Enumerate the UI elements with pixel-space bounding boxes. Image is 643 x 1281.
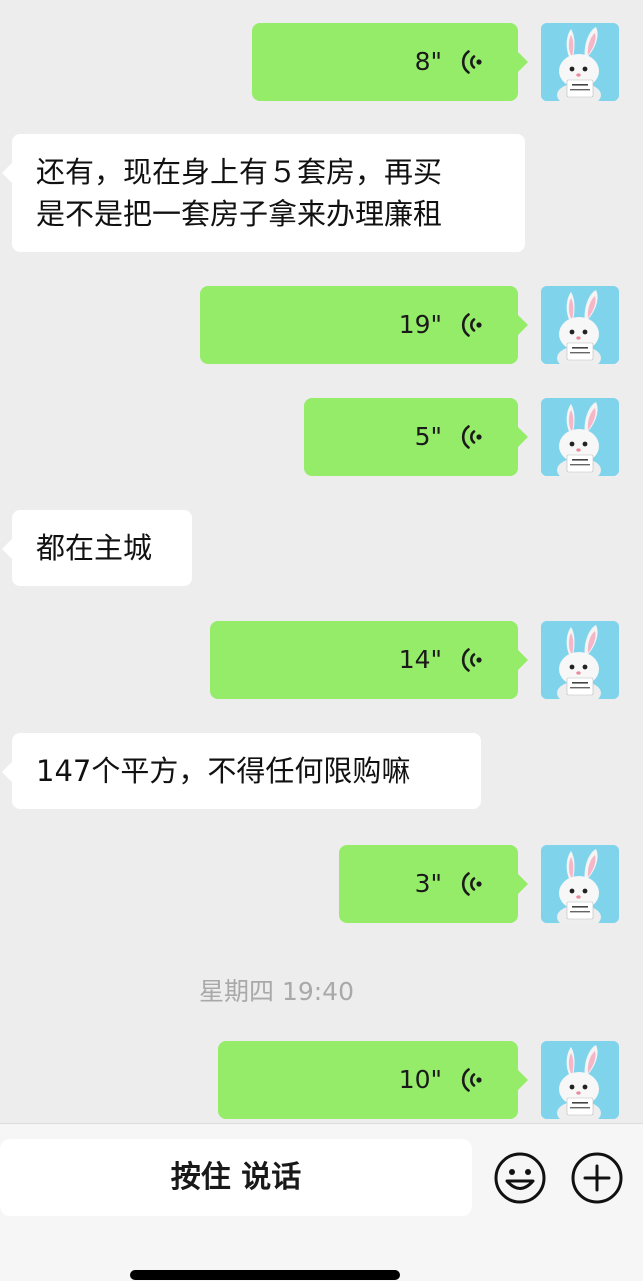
message-row: 5"	[0, 398, 643, 476]
text-message[interactable]: 都在主城	[2, 510, 192, 586]
voice-wave-icon	[460, 422, 486, 452]
bunny-avatar-icon	[541, 286, 619, 364]
message-row: 还有，现在身上有５套房，再买 是不是把一套房子拿来办理廉租	[0, 134, 643, 254]
message-line: 147个平方，不得任何限购嘛	[36, 754, 411, 788]
voice-duration: 19"	[398, 310, 442, 339]
message-row: 3"	[0, 845, 643, 923]
text-message[interactable]: 147个平方，不得任何限购嘛	[2, 733, 481, 809]
voice-wave-icon	[460, 47, 486, 77]
message-line: 还有，现在身上有５套房，再买	[36, 155, 443, 189]
voice-message[interactable]: 8"	[252, 23, 528, 101]
voice-message[interactable]: 10"	[218, 1041, 528, 1119]
voice-duration: 3"	[414, 869, 442, 898]
voice-wave-icon	[460, 869, 486, 899]
voice-message[interactable]: 19"	[200, 286, 528, 364]
voice-wave-icon	[460, 310, 486, 340]
bunny-avatar-icon	[541, 845, 619, 923]
voice-message[interactable]: 3"	[339, 845, 528, 923]
avatar[interactable]	[541, 845, 619, 923]
message-row: 都在主城	[0, 510, 643, 588]
bunny-avatar-icon	[541, 23, 619, 101]
voice-duration: 10"	[398, 1065, 442, 1094]
plus-icon[interactable]	[569, 1150, 625, 1206]
message-row: 10"	[0, 1041, 643, 1119]
avatar[interactable]	[541, 398, 619, 476]
message-row: 147个平方，不得任何限购嘛	[0, 733, 643, 811]
voice-duration: 14"	[398, 645, 442, 674]
text-message[interactable]: 还有，现在身上有５套房，再买 是不是把一套房子拿来办理廉租	[2, 134, 525, 252]
voice-duration: 8"	[414, 47, 442, 76]
time-divider: 星期四 19:40	[199, 977, 354, 1006]
avatar[interactable]	[541, 23, 619, 101]
voice-message[interactable]: 14"	[210, 621, 528, 699]
avatar[interactable]	[541, 621, 619, 699]
message-row: 8"	[0, 23, 643, 101]
voice-wave-icon	[460, 1065, 486, 1095]
emoji-icon[interactable]	[492, 1150, 548, 1206]
home-indicator[interactable]	[130, 1270, 400, 1280]
hold-to-talk-button[interactable]: 按住 说话	[0, 1139, 472, 1216]
message-row: 14"	[0, 621, 643, 699]
avatar[interactable]	[541, 286, 619, 364]
voice-duration: 5"	[414, 422, 442, 451]
bunny-avatar-icon	[541, 1041, 619, 1119]
bunny-avatar-icon	[541, 398, 619, 476]
voice-wave-icon	[460, 645, 486, 675]
message-row: 19"	[0, 286, 643, 364]
bunny-avatar-icon	[541, 621, 619, 699]
message-line: 都在主城	[36, 531, 153, 565]
avatar[interactable]	[541, 1041, 619, 1119]
input-bar: 按住 说话	[0, 1123, 643, 1281]
message-line: 是不是把一套房子拿来办理廉租	[36, 197, 443, 231]
voice-message[interactable]: 5"	[304, 398, 528, 476]
